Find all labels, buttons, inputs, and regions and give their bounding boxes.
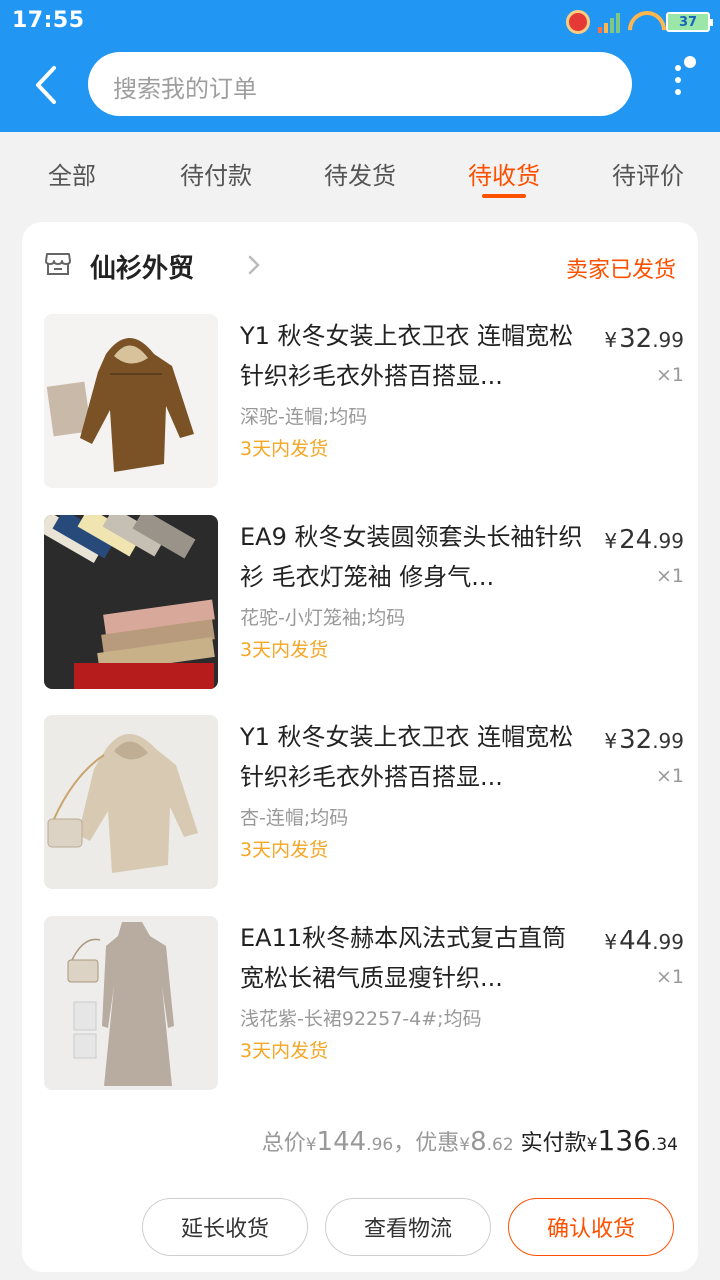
- status-time: 17:55: [12, 8, 85, 33]
- order-status: 卖家已发货: [565, 258, 676, 283]
- status-bar: 17:55 37: [0, 0, 720, 42]
- tab-pending-receipt[interactable]: 待收货: [432, 132, 576, 212]
- order-item[interactable]: EA9 秋冬女装圆领套头长袖针织衫 毛衣灯笼袖 修身气... 花驼-小灯笼袖;均…: [44, 515, 684, 690]
- product-sku: 杏-连帽;均码: [240, 807, 349, 829]
- product-title[interactable]: Y1 秋冬女装上衣卫衣 连帽宽松针织衫毛衣外搭百搭显...: [240, 717, 586, 797]
- product-quantity: ×1: [655, 565, 684, 587]
- search-input[interactable]: 搜索我的订单: [88, 52, 632, 116]
- alarm-icon: [566, 10, 590, 34]
- paid-amount: 136: [597, 1124, 651, 1157]
- product-price: ¥32.99: [604, 324, 684, 354]
- battery-level: 37: [678, 14, 698, 30]
- shop-header[interactable]: 仙衫外贸 卖家已发货: [44, 248, 676, 285]
- signal-icon: [598, 11, 620, 33]
- view-logistics-button[interactable]: 查看物流: [325, 1198, 491, 1256]
- product-price: ¥44.99: [604, 926, 684, 956]
- product-image-long-dress[interactable]: [44, 916, 218, 1090]
- product-title[interactable]: EA11秋冬赫本风法式复古直筒宽松长裙气质显瘦针织...: [240, 918, 586, 998]
- product-image-beige-hoodie[interactable]: [44, 715, 218, 889]
- total-amount: 144: [316, 1127, 367, 1157]
- product-quantity: ×1: [655, 364, 684, 386]
- product-title[interactable]: EA9 秋冬女装圆领套头长袖针织衫 毛衣灯笼袖 修身气...: [240, 517, 586, 597]
- tab-pending-review[interactable]: 待评价: [576, 132, 720, 212]
- battery-icon: 37: [666, 12, 713, 32]
- product-title[interactable]: Y1 秋冬女装上衣卫衣 连帽宽松针织衫毛衣外搭百搭显...: [240, 316, 586, 396]
- shop-name[interactable]: 仙衫外贸: [90, 248, 194, 285]
- back-arrow-icon[interactable]: [30, 62, 70, 108]
- product-price: ¥32.99: [604, 725, 684, 755]
- product-image-brown-hoodie[interactable]: [44, 314, 218, 488]
- order-totals: 总价¥144.96，优惠¥8.62 实付款¥136.34: [261, 1124, 678, 1157]
- wifi-icon: [628, 11, 658, 33]
- tab-pending-shipment[interactable]: 待发货: [288, 132, 432, 212]
- discount-label: ，优惠: [393, 1131, 460, 1156]
- tab-pending-payment[interactable]: 待付款: [144, 132, 288, 212]
- product-image-stacked-sweaters[interactable]: [44, 515, 218, 689]
- order-item[interactable]: Y1 秋冬女装上衣卫衣 连帽宽松针织衫毛衣外搭百搭显... 杏-连帽;均码 3天…: [44, 715, 684, 890]
- confirm-receipt-button[interactable]: 确认收货: [508, 1198, 674, 1256]
- shipping-note: 3天内发货: [240, 839, 329, 861]
- product-sku: 深驼-连帽;均码: [240, 406, 368, 428]
- shop-icon: [45, 253, 71, 275]
- paid-label: 实付款: [520, 1131, 587, 1156]
- more-options-icon[interactable]: [670, 54, 700, 104]
- order-item[interactable]: EA11秋冬赫本风法式复古直筒宽松长裙气质显瘦针织... 浅花紫-长裙92257…: [44, 916, 684, 1091]
- discount-amount: 8: [470, 1127, 487, 1157]
- tab-all[interactable]: 全部: [0, 132, 144, 212]
- status-icons: 37: [566, 8, 713, 36]
- order-item[interactable]: Y1 秋冬女装上衣卫衣 连帽宽松针织衫毛衣外搭百搭显... 深驼-连帽;均码 3…: [44, 314, 684, 489]
- product-sku: 花驼-小灯笼袖;均码: [240, 607, 406, 629]
- order-tabs: 全部 待付款 待发货 待收货 待评价: [0, 132, 720, 212]
- product-quantity: ×1: [655, 765, 684, 787]
- app-header: 搜索我的订单: [0, 42, 720, 132]
- product-sku: 浅花紫-长裙92257-4#;均码: [240, 1008, 482, 1030]
- shipping-note: 3天内发货: [240, 639, 329, 661]
- extend-receipt-button[interactable]: 延长收货: [142, 1198, 308, 1256]
- product-price: ¥24.99: [604, 525, 684, 555]
- shipping-note: 3天内发货: [240, 1040, 329, 1062]
- chevron-right-icon: [248, 255, 260, 275]
- order-card: 仙衫外贸 卖家已发货 Y1 秋冬女装上衣卫衣 连帽宽松针织衫毛衣外搭百搭显...…: [22, 222, 698, 1272]
- search-placeholder: 搜索我的订单: [113, 75, 257, 103]
- shipping-note: 3天内发货: [240, 438, 329, 460]
- total-label: 总价: [261, 1131, 306, 1156]
- product-quantity: ×1: [655, 966, 684, 988]
